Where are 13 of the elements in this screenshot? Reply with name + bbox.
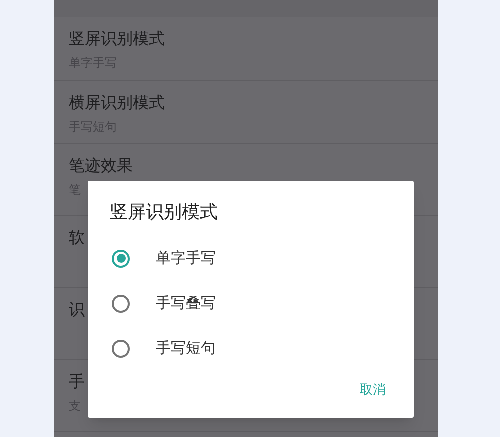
setting-title: 笔迹效果 (69, 155, 133, 177)
setting-title: 横屏识别模式 (69, 92, 165, 114)
option-label[interactable]: 手写短句 (156, 337, 216, 360)
setting-title: 软 (69, 227, 85, 249)
option-label[interactable]: 手写叠写 (156, 292, 216, 315)
radio-button[interactable] (112, 294, 130, 312)
dialog-title: 竖屏识别模式 (110, 201, 218, 225)
setting-title: 竖屏识别模式 (69, 28, 165, 50)
setting-title: 手 (69, 371, 85, 393)
radio-button[interactable] (112, 340, 130, 358)
setting-title: 识 (69, 299, 85, 321)
radio-button[interactable] (112, 250, 130, 268)
option-label[interactable]: 单字手写 (156, 247, 216, 270)
